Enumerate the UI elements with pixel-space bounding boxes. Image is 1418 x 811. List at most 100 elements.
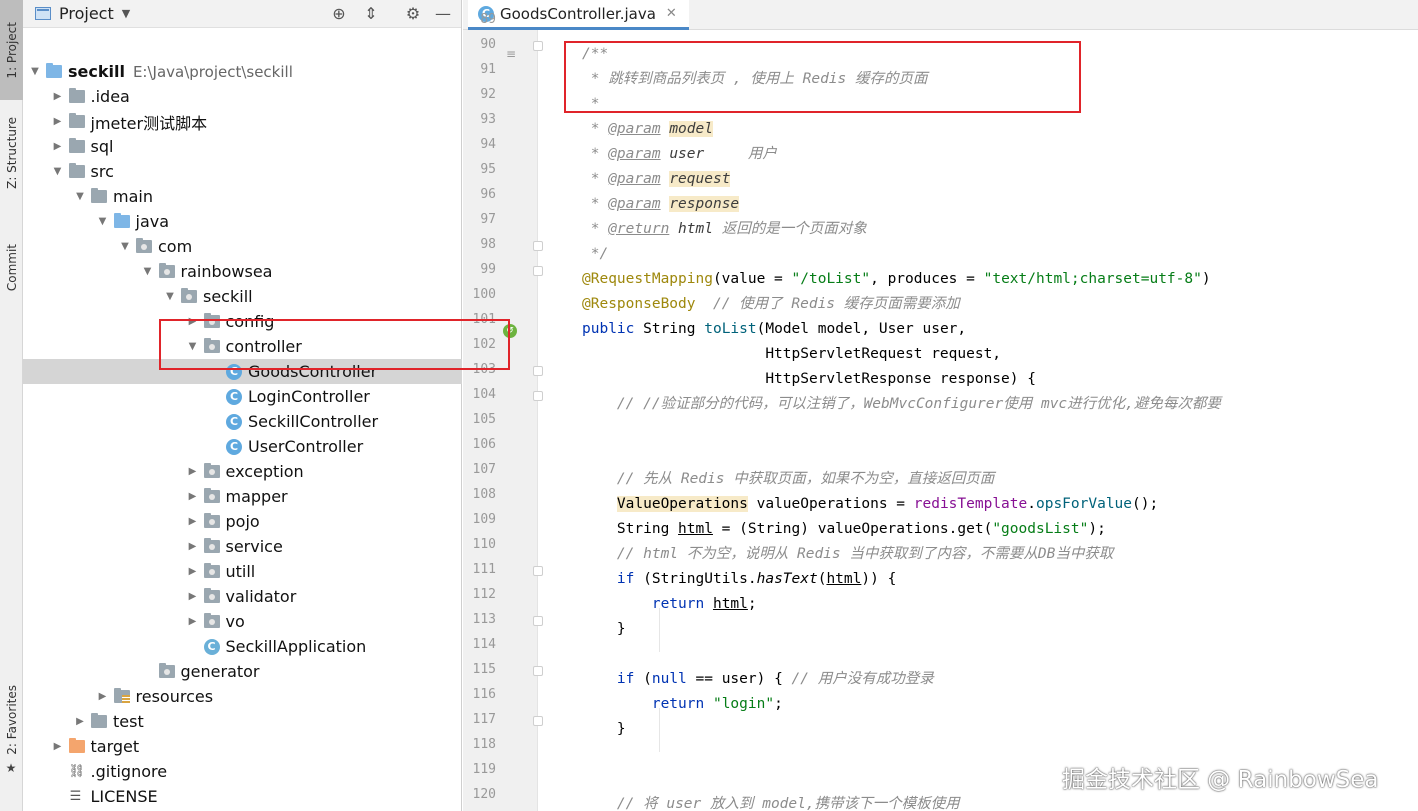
- tree-item[interactable]: ▶ resources: [23, 684, 462, 709]
- code-token: toList: [704, 321, 757, 337]
- tree-item[interactable]: ▼ seckill E:\Java\project\seckill: [23, 59, 462, 84]
- code-line: * @return html 返回的是一个页面对象: [582, 217, 867, 242]
- hide-panel-icon[interactable]: —: [433, 4, 453, 24]
- expand-arrow-right-icon[interactable]: ▶: [51, 91, 65, 102]
- tree-item[interactable]: ▶☰LICENSE: [23, 784, 462, 809]
- code-token: 用户: [704, 146, 777, 162]
- expand-arrow-right-icon[interactable]: ▶: [186, 541, 200, 552]
- tree-item[interactable]: ▼ src: [23, 159, 462, 184]
- tree-item-label: SeckillApplication: [225, 637, 367, 656]
- expand-arrow-right-icon[interactable]: ▶: [51, 141, 65, 152]
- line-number: 89: [480, 12, 496, 27]
- tree-item[interactable]: ▼ com: [23, 234, 462, 259]
- tree-item-label: exception: [225, 462, 304, 481]
- package-folder-icon: [203, 538, 220, 553]
- expand-arrow-down-icon[interactable]: ▼: [96, 216, 110, 227]
- gitignore-file-icon: ⛓: [68, 763, 86, 779]
- render-doc-icon[interactable]: ≡: [506, 48, 520, 60]
- tree-item[interactable]: ▶ validator: [23, 584, 462, 609]
- tab-commit-tool-window[interactable]: Commit: [0, 228, 23, 308]
- expand-arrow-down-icon[interactable]: ▼: [73, 191, 87, 202]
- project-view-selector[interactable]: Project: [59, 4, 114, 23]
- code-token: = (String) valueOperations.get(: [712, 521, 993, 537]
- chevron-down-icon[interactable]: ▼: [122, 7, 130, 20]
- tree-item[interactable]: ▶ target: [23, 734, 462, 759]
- code-area[interactable]: /** * 跳转到商品列表页 , 使用上 Redis 缓存的页面 * * @pa…: [539, 30, 1418, 811]
- folder-icon: [46, 63, 62, 78]
- tree-item-label: test: [113, 712, 144, 731]
- package-folder-icon: [203, 588, 220, 603]
- star-icon[interactable]: ★: [4, 762, 18, 774]
- tree-item[interactable]: ▼ main: [23, 184, 462, 209]
- tree-item[interactable]: ▶ vo: [23, 609, 462, 634]
- tree-item[interactable]: ▶ mapper: [23, 484, 462, 509]
- expand-arrow-right-icon[interactable]: ▶: [186, 516, 200, 527]
- tree-item[interactable]: ▶ jmeter测试脚本: [23, 109, 462, 134]
- tree-item[interactable]: ▼ seckill: [23, 284, 462, 309]
- folder-icon: [68, 88, 85, 103]
- code-token: public: [582, 321, 635, 337]
- expand-arrow-right-icon[interactable]: ▶: [186, 566, 200, 577]
- code-line: HttpServletResponse response) {: [582, 371, 1036, 387]
- tree-item-label: resources: [135, 687, 214, 706]
- tree-item[interactable]: ▶ sql: [23, 134, 462, 159]
- expand-arrow-right-icon[interactable]: ▶: [96, 691, 110, 702]
- expand-arrow-right-icon[interactable]: ▶: [186, 616, 200, 627]
- expand-arrow-down-icon[interactable]: ▼: [163, 291, 177, 302]
- expand-arrow-right-icon[interactable]: ▶: [186, 466, 200, 477]
- collapse-all-icon[interactable]: ⇕: [361, 4, 381, 24]
- tree-item[interactable]: ▼ rainbowsea: [23, 259, 462, 284]
- tab-favorites-label: 2: Favorites: [4, 685, 19, 755]
- tab-favorites-tool-window[interactable]: 2: Favorites: [0, 680, 23, 760]
- expand-arrow-right-icon[interactable]: ▶: [186, 591, 200, 602]
- tree-item[interactable]: ▶ test: [23, 709, 462, 734]
- locate-file-icon[interactable]: ⊕: [329, 4, 349, 24]
- tree-item[interactable]: ▶CUserController: [23, 434, 462, 459]
- tab-structure-tool-window[interactable]: Z: Structure: [0, 108, 23, 198]
- expand-arrow-down-icon[interactable]: ▼: [51, 166, 65, 177]
- folder-icon: [91, 713, 107, 728]
- expand-arrow-right-icon[interactable]: ▶: [186, 491, 200, 502]
- expand-arrow-down-icon[interactable]: ▼: [118, 241, 132, 252]
- tree-item[interactable]: ▶CSeckillController: [23, 409, 462, 434]
- line-number: 106: [472, 437, 496, 452]
- expand-arrow-right-icon[interactable]: ▶: [73, 716, 87, 727]
- code-token: );: [1088, 521, 1106, 537]
- code-line: ValueOperations valueOperations = redisT…: [582, 492, 1158, 517]
- code-token: "/toList": [791, 271, 871, 287]
- tree-item[interactable]: ▶ pojo: [23, 509, 462, 534]
- code-token: , produces =: [870, 271, 984, 287]
- tree-item[interactable]: ▶CLoginController: [23, 384, 462, 409]
- tree-item[interactable]: ▶ utill: [23, 559, 462, 584]
- expand-arrow-down-icon[interactable]: ▼: [28, 66, 42, 77]
- tree-item[interactable]: ▶ service: [23, 534, 462, 559]
- package-folder-icon: [203, 563, 220, 578]
- code-line: }: [582, 621, 626, 637]
- tree-item-label: mapper: [225, 487, 288, 506]
- tab-goods-controller[interactable]: C GoodsController.java ✕: [468, 0, 689, 30]
- tree-item[interactable]: ▶CSeckillApplication: [23, 634, 462, 659]
- tree-item-label: com: [158, 237, 193, 256]
- expand-arrow-right-icon[interactable]: ▶: [51, 741, 65, 752]
- tab-project-tool-window[interactable]: 1: Project: [0, 0, 23, 100]
- tree-item-label: .gitignore: [90, 762, 168, 781]
- close-icon[interactable]: ✕: [666, 6, 677, 21]
- tree-item[interactable]: ▶ .idea: [23, 84, 462, 109]
- code-token: valueOperations =: [747, 496, 914, 512]
- line-number: 116: [472, 687, 496, 702]
- tree-item[interactable]: ▼ java: [23, 209, 462, 234]
- tree-item[interactable]: ▶ exception: [23, 459, 462, 484]
- code-line: }: [582, 721, 626, 737]
- code-token: @param: [608, 121, 661, 137]
- code-token: *: [582, 196, 609, 212]
- gear-icon[interactable]: ⚙: [403, 4, 423, 24]
- tree-item[interactable]: ▶⛓.gitignore: [23, 759, 462, 784]
- tree-item-label: target: [90, 737, 140, 756]
- tree-item[interactable]: ▶generator: [23, 659, 462, 684]
- expand-arrow-right-icon[interactable]: ▶: [51, 116, 65, 127]
- code-token: "login": [712, 696, 775, 712]
- expand-arrow-down-icon[interactable]: ▼: [141, 266, 155, 277]
